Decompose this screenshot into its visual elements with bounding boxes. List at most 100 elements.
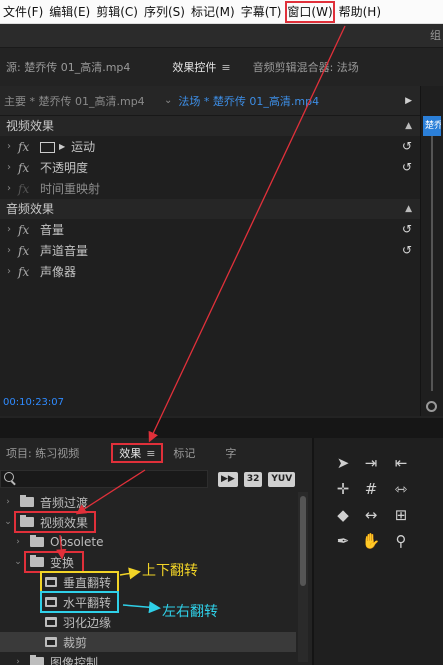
razor-tool-icon[interactable]: ⇿ [390,478,412,500]
workspace-strip: 组 [0,24,443,48]
effects-search-input[interactable] [0,470,208,488]
effect-row-motion[interactable]: › fx ▶ 运动 ↺ [0,136,420,157]
timeline-clip[interactable]: 楚乔 [423,116,441,136]
reset-icon[interactable]: ↺ [402,160,412,174]
effect-row-opacity[interactable]: › fx 不透明度 ↺ [0,157,420,178]
hand-tool-icon[interactable]: ✋ [360,530,382,552]
tree-item-label: 音频过渡 [40,495,89,510]
tree-item-feather-edges[interactable]: 羽化边缘 [0,612,296,632]
play-triangle-icon[interactable]: ▶ [405,96,412,106]
menu-bar: 文件(F) 编辑(E) 剪辑(C) 序列(S) 标记(M) 字幕(T) 窗口(W… [0,0,443,24]
reset-icon[interactable]: ↺ [402,243,412,257]
tree-item-label: 水平翻转 [63,595,112,610]
ripple-edit-tool-icon[interactable]: ⇤ [390,452,412,474]
panel-menu-icon[interactable]: ≡ [146,447,155,460]
tools-panel: ➤ ⇥ ⇤ ✛ # ⇿ ◆ ↔ ⊞ ✒ ✋ ⚲ [312,438,443,665]
tree-item-audio-transitions[interactable]: › 音频过渡 [0,492,296,512]
effect-preset-icon [45,597,57,607]
menu-marker[interactable]: 标记(M) [188,0,238,24]
yuv-badge[interactable]: YUV [268,472,296,487]
effect-preset-icon [45,577,57,587]
folder-icon [30,555,44,567]
expand-arrow-icon[interactable]: › [0,224,18,235]
rolling-edit-tool-icon[interactable]: ✛ [332,478,354,500]
fx-toggle-icon[interactable]: fx [18,140,40,154]
selection-tool-icon[interactable]: ➤ [332,452,354,474]
accelerated-effects-icon[interactable]: ▶▶ [218,472,238,487]
fx-toggle-icon[interactable]: fx [18,223,40,237]
menu-help[interactable]: 帮助(H) [336,0,384,24]
panel-divider[interactable] [0,418,443,438]
effects-scrollbar[interactable] [298,492,308,662]
track-select-tool-icon[interactable]: ⇥ [360,452,382,474]
effect-label: 音量 [40,223,65,237]
menu-title[interactable]: 字幕(T) [238,0,285,24]
workspace-edge-label[interactable]: 组 [430,27,441,43]
tab-effects[interactable]: 效果 ≡ [111,443,164,463]
effect-row-channel-volume[interactable]: › fx 声道音量 ↺ [0,240,420,261]
tree-item-obsolete[interactable]: › Obsolete [0,532,296,552]
sequence-clip-label[interactable]: 法场 * 楚乔传 01_高清.mp4 [172,93,319,109]
trim-tool-icon[interactable]: ⊞ [390,504,412,526]
folder-icon [30,535,44,547]
tab-captions[interactable]: 字 [219,445,242,461]
zoom-knob[interactable] [426,401,437,412]
menu-sequence[interactable]: 序列(S) [141,0,188,24]
effects-panel: 项目: 练习视频 效果 ≡ 标记 字 ▶▶ 32 YUV › 音频过渡 ⌄ 视频效… [0,438,310,665]
effect-row-volume[interactable]: › fx 音量 ↺ [0,219,420,240]
slip-tool-icon[interactable]: ◆ [332,504,354,526]
expand-arrow-icon[interactable]: ⌄ [12,557,24,567]
pen-tool-icon[interactable]: ✒ [332,530,354,552]
reset-icon[interactable]: ↺ [402,222,412,236]
tree-item-video-effects[interactable]: ⌄ 视频效果 [0,511,296,533]
32bit-badge[interactable]: 32 [243,472,263,487]
rate-stretch-tool-icon[interactable]: # [360,478,382,500]
effect-label: 运动 [71,140,96,154]
fx-toggle-icon[interactable]: fx [18,161,40,175]
horizontal-flip-highlight: 水平翻转 [39,591,120,613]
chevron-down-icon[interactable]: ⌄ [160,95,172,106]
menu-file[interactable]: 文件(F) [0,0,46,24]
folder-icon [20,495,34,507]
menu-clip[interactable]: 剪辑(C) [93,0,141,24]
collapse-up-icon[interactable]: ▲ [405,116,412,136]
fx-toggle-icon[interactable]: fx [18,265,40,279]
menu-window[interactable]: 窗口(W) [284,0,335,24]
tab-audio-mixer[interactable]: 音频剪辑混合器: 法场 [247,59,365,75]
scrollbar-thumb[interactable] [300,496,306,586]
panel-menu-icon[interactable]: ≡ [221,61,230,74]
effect-label: 声道音量 [40,244,89,258]
expand-arrow-icon[interactable]: › [0,162,18,173]
expand-arrow-icon[interactable]: › [0,266,18,277]
effect-row-time-remap[interactable]: › fx 时间重映射 [0,178,420,199]
tree-item-crop[interactable]: 裁剪 [0,632,296,652]
folder-icon [30,655,44,665]
tree-item-horizontal-flip[interactable]: 水平翻转 [0,591,296,613]
tree-item-image-control[interactable]: › 图像控制 [0,652,296,665]
expand-arrow-icon[interactable]: › [2,497,14,507]
effect-row-panner[interactable]: › fx 声像器 [0,261,420,282]
collapse-up-icon[interactable]: ▲ [405,199,412,219]
expand-arrow-icon[interactable]: › [12,537,24,547]
motion-transform-icon[interactable] [40,142,55,153]
fx-toggle-icon[interactable]: fx [18,244,40,258]
expand-arrow-icon[interactable]: › [12,657,24,665]
tab-source[interactable]: 源: 楚乔传 01_高清.mp4 [0,59,136,75]
zoom-tool-icon[interactable]: ⚲ [390,530,412,552]
tab-effects-label: 效果 [119,447,142,460]
timecode-display[interactable]: 00:10:23:07 [3,397,64,408]
master-clip-label[interactable]: 主要 * 楚乔传 01_高清.mp4 [0,93,160,109]
slide-tool-icon[interactable]: ↔ [360,504,382,526]
expand-arrow-icon[interactable]: › [0,183,18,194]
expand-arrow-icon[interactable]: ⌄ [2,517,14,527]
tab-project[interactable]: 项目: 练习视频 [0,445,85,461]
expand-arrow-icon[interactable]: › [0,245,18,256]
tab-effect-controls[interactable]: 效果控件 ≡ [166,59,236,75]
expand-arrow-icon[interactable]: › [0,141,18,152]
tree-item-label: 变换 [50,555,75,570]
tab-markers[interactable]: 标记 [167,445,201,461]
menu-edit[interactable]: 编辑(E) [46,0,93,24]
effect-preset-icon [45,637,57,647]
tree-item-label: 图像控制 [50,655,99,665]
reset-icon[interactable]: ↺ [402,139,412,153]
